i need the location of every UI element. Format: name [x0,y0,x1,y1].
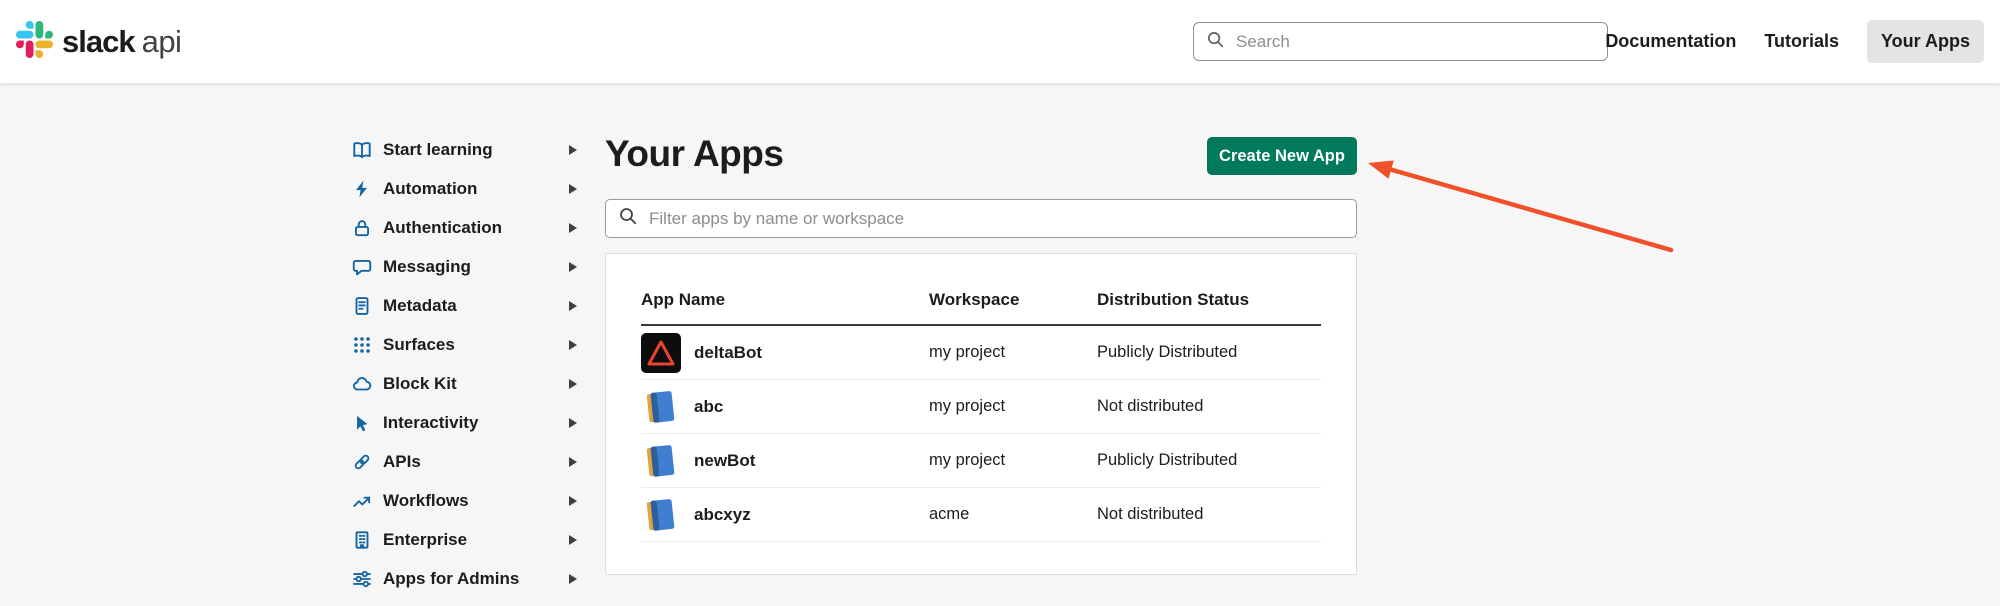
grid-icon [351,334,373,356]
nav-your-apps[interactable]: Your Apps [1867,20,1984,63]
sidebar-item-label: Metadata [383,296,457,316]
sidebar-item-start-learning[interactable]: Start learning [351,130,585,169]
top-header: slack api Documentation Tutorials Your A… [0,0,2000,83]
chevron-right-icon[interactable] [569,535,577,545]
sidebar-item-label: Block Kit [383,374,457,394]
app-name-cell: abc [641,387,929,427]
cursor-icon [351,412,373,434]
default-app-icon [641,441,681,481]
column-header-app-name: App Name [641,290,929,310]
note-icon [351,295,373,317]
header-nav: Documentation Tutorials Your Apps [1605,0,1984,83]
book-icon [351,139,373,161]
sidebar-item-automation[interactable]: Automation [351,169,585,208]
chevron-right-icon[interactable] [569,418,577,428]
chevron-right-icon[interactable] [569,223,577,233]
search-input[interactable] [1234,31,1595,53]
app-name-cell: abcxyz [641,495,929,535]
app-name-cell: deltaBot [641,333,929,373]
table-row-deltabot[interactable]: deltaBot my project Publicly Distributed [641,326,1321,380]
lock-icon [351,217,373,239]
building-icon [351,529,373,551]
sidebar-item-label: APIs [383,452,421,472]
sidebar-item-enterprise[interactable]: Enterprise [351,520,585,559]
sidebar-item-metadata[interactable]: Metadata [351,286,585,325]
workflow-icon [351,490,373,512]
lightning-icon [351,178,373,200]
app-name: abc [694,397,723,417]
search-icon [1206,30,1225,54]
status-cell: Not distributed [1097,397,1321,416]
chevron-right-icon[interactable] [569,457,577,467]
default-app-icon [641,495,681,535]
sidebar-item-surfaces[interactable]: Surfaces [351,325,585,364]
apps-table-header: App Name Workspace Distribution Status [641,254,1321,326]
workspace-cell: acme [929,505,1097,524]
cloud-icon [351,373,373,395]
app-name: deltaBot [694,343,762,363]
app-name-cell: newBot [641,441,929,481]
sliders-icon [351,568,373,590]
chevron-right-icon[interactable] [569,379,577,389]
sidebar-item-messaging[interactable]: Messaging [351,247,585,286]
docs-sidebar: Start learning Automation Authentication… [351,130,585,598]
column-header-workspace: Workspace [929,290,1097,310]
chevron-right-icon[interactable] [569,301,577,311]
sidebar-item-label: Authentication [383,218,502,238]
sidebar-item-label: Start learning [383,140,493,160]
chevron-right-icon[interactable] [569,184,577,194]
apps-table-card: App Name Workspace Distribution Status d… [605,253,1357,575]
sidebar-item-apis[interactable]: APIs [351,442,585,481]
sidebar-item-block-kit[interactable]: Block Kit [351,364,585,403]
status-cell: Not distributed [1097,505,1321,524]
sidebar-item-label: Surfaces [383,335,455,355]
sidebar-item-label: Enterprise [383,530,467,550]
chevron-right-icon[interactable] [569,496,577,506]
deltabot-app-icon [641,333,681,373]
slack-logo-icon [16,21,53,63]
filter-apps-box [605,199,1357,238]
header-search [1193,22,1608,61]
sidebar-item-label: Workflows [383,491,469,511]
chevron-right-icon[interactable] [569,574,577,584]
nav-tutorials[interactable]: Tutorials [1764,31,1839,52]
sidebar-item-label: Interactivity [383,413,478,433]
status-cell: Publicly Distributed [1097,343,1321,362]
create-new-app-button[interactable]: Create New App [1207,137,1357,175]
sidebar-item-apps-for-admins[interactable]: Apps for Admins [351,559,585,598]
workspace-cell: my project [929,343,1097,362]
sidebar-item-label: Messaging [383,257,471,277]
sidebar-item-label: Automation [383,179,477,199]
workspace-cell: my project [929,397,1097,416]
table-row-abcxyz[interactable]: abcxyz acme Not distributed [641,488,1321,542]
search-icon [618,206,638,231]
table-row-abc[interactable]: abc my project Not distributed [641,380,1321,434]
slack-api-logo[interactable]: slack api [16,0,181,83]
page-title: Your Apps [605,133,783,175]
default-app-icon [641,387,681,427]
link-icon [351,451,373,473]
brand-suffix: api [142,24,182,60]
sidebar-item-authentication[interactable]: Authentication [351,208,585,247]
chevron-right-icon[interactable] [569,340,577,350]
message-icon [351,256,373,278]
chevron-right-icon[interactable] [569,262,577,272]
sidebar-item-workflows[interactable]: Workflows [351,481,585,520]
filter-apps-input[interactable] [647,208,1344,230]
nav-documentation[interactable]: Documentation [1605,31,1736,52]
sidebar-item-interactivity[interactable]: Interactivity [351,403,585,442]
table-row-newbot[interactable]: newBot my project Publicly Distributed [641,434,1321,488]
status-cell: Publicly Distributed [1097,451,1321,470]
workspace-cell: my project [929,451,1097,470]
chevron-right-icon[interactable] [569,145,577,155]
brand-name: slack [62,24,135,60]
sidebar-item-label: Apps for Admins [383,569,519,589]
app-name: newBot [694,451,755,471]
column-header-distribution-status: Distribution Status [1097,290,1321,310]
app-name: abcxyz [694,505,751,525]
